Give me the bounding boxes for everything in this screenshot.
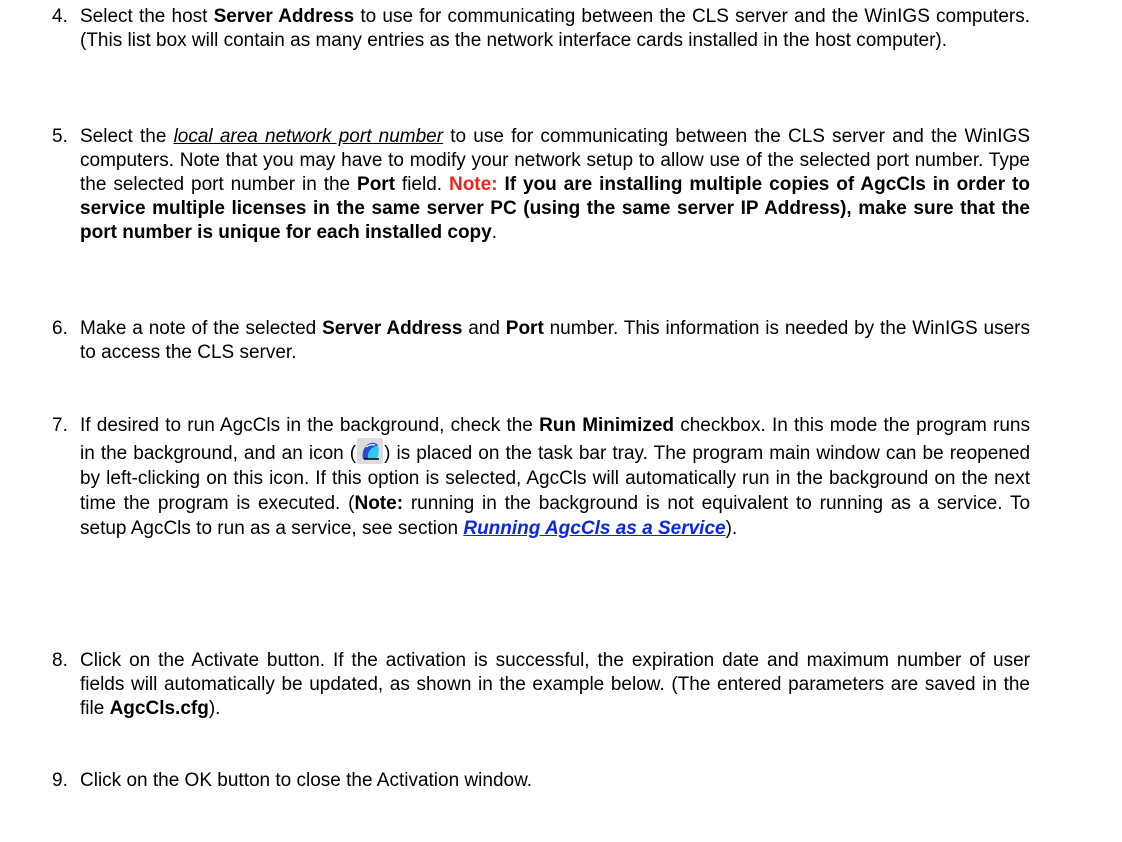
step-text: Click on the OK button to close the Acti… — [80, 770, 533, 791]
server-address-term: Server Address — [213, 6, 355, 27]
step-8: 8. Click on the Activate button. If the … — [52, 649, 1030, 721]
port-term: Port — [505, 318, 544, 339]
step-text: Select the host — [80, 6, 214, 27]
step-number: 7. — [52, 415, 68, 436]
step-text: Click on the Activate button. If the act… — [80, 650, 1030, 719]
step-text: and — [462, 318, 506, 339]
step-4: 4. Select the host Server Address to use… — [52, 5, 1030, 53]
step-5: 5. Select the local area network port nu… — [52, 125, 1030, 245]
step-9: 9. Click on the OK button to close the A… — [52, 769, 1030, 793]
step-number: 9. — [52, 770, 68, 791]
step-text: ). — [725, 518, 738, 539]
step-number: 8. — [52, 650, 68, 671]
step-text: Select the — [80, 126, 174, 147]
step-number: 6. — [52, 318, 68, 339]
server-address-term: Server Address — [322, 318, 463, 339]
agccls-tray-icon — [357, 438, 384, 464]
note-label: Note: — [354, 493, 404, 514]
port-field-term: Port — [357, 174, 396, 195]
step-text: field. — [395, 174, 449, 195]
running-as-service-link[interactable]: Running AgcCls as a Service — [463, 518, 725, 539]
step-text: ). — [208, 698, 221, 719]
run-minimized-term: Run Minimized — [539, 415, 675, 436]
step-7: 7. If desired to run AgcCls in the backg… — [52, 413, 1030, 541]
step-text: . — [491, 222, 498, 243]
port-number-term: local area network port number — [173, 126, 444, 147]
step-number: 5. — [52, 126, 68, 147]
note-label: Note: — [448, 174, 498, 195]
step-text: If desired to run AgcCls in the backgrou… — [80, 415, 540, 436]
config-file-term: AgcCls.cfg — [109, 698, 209, 719]
step-number: 4. — [52, 6, 68, 27]
step-text: Make a note of the selected — [80, 318, 323, 339]
step-6: 6. Make a note of the selected Server Ad… — [52, 317, 1030, 365]
